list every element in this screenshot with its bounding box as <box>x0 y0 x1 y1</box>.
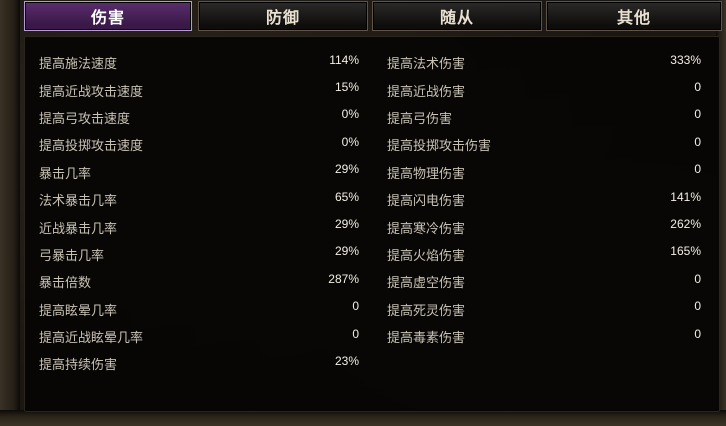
stat-value: 287% <box>328 271 359 286</box>
stat-value: 0 <box>352 299 359 314</box>
stat-row: 提高投掷攻击速度 0% <box>39 131 359 158</box>
stat-row: 法术暴击几率 65% <box>39 186 359 213</box>
stat-label: 提高弓伤害 <box>387 111 453 127</box>
stat-value: 23% <box>334 353 359 368</box>
stat-value: 333% <box>670 52 701 67</box>
stat-label: 近战暴击几率 <box>39 221 118 237</box>
stat-row: 提高弓攻击速度 0% <box>39 104 359 131</box>
stat-value: 141% <box>670 189 701 204</box>
stat-value: 0 <box>694 271 701 286</box>
tab-other[interactable]: 其他 <box>546 1 722 31</box>
stat-value: 65% <box>334 189 359 204</box>
stat-label: 提高毒素伤害 <box>387 331 466 347</box>
stat-row: 提高弓伤害 0 <box>387 104 701 131</box>
stat-row: 提高寒冷伤害 262% <box>387 213 701 240</box>
stat-row: 暴击几率 29% <box>39 159 359 186</box>
stat-value: 165% <box>670 244 701 259</box>
stat-label: 提高死灵伤害 <box>387 303 466 319</box>
stat-row: 提高施法速度 114% <box>39 49 359 76</box>
stat-label: 提高投掷攻击速度 <box>39 139 144 155</box>
stat-row: 提高闪电伤害 141% <box>387 186 701 213</box>
stat-label: 提高虚空伤害 <box>387 276 466 292</box>
ornate-border-bottom <box>0 410 726 426</box>
stat-row: 提高持续伤害 23% <box>39 350 359 377</box>
stat-row: 提高火焰伤害 165% <box>387 241 701 268</box>
stat-row: 近战暴击几率 29% <box>39 213 359 240</box>
stat-value: 0 <box>694 134 701 149</box>
tab-minions[interactable]: 随从 <box>372 1 542 31</box>
stat-label: 提高施法速度 <box>39 57 118 73</box>
stat-value: 0 <box>694 107 701 122</box>
stat-label: 提高眩晕几率 <box>39 303 118 319</box>
stat-label: 提高火焰伤害 <box>387 248 466 264</box>
stat-value: 0 <box>694 80 701 95</box>
stat-label: 暴击几率 <box>39 166 92 182</box>
stat-label: 提高寒冷伤害 <box>387 221 466 237</box>
stat-value: 29% <box>334 244 359 259</box>
stat-value: 29% <box>334 217 359 232</box>
stat-label: 提高投掷攻击伤害 <box>387 139 492 155</box>
stat-row: 提高投掷攻击伤害 0 <box>387 131 701 158</box>
tab-damage[interactable]: 伤害 <box>24 1 192 31</box>
stat-value: 15% <box>334 80 359 95</box>
right-stat-column: 提高法术伤害 333% 提高近战伤害 0 提高弓伤害 0 提高投掷攻击伤害 0 提高物理… <box>387 49 701 350</box>
stat-row: 提高近战攻击速度 15% <box>39 76 359 103</box>
stat-label: 提高持续伤害 <box>39 358 118 374</box>
stat-row: 提高法术伤害 333% <box>387 49 701 76</box>
stat-row: 提高死灵伤害 0 <box>387 296 701 323</box>
stat-value: 114% <box>329 52 359 67</box>
stat-label: 提高近战攻击速度 <box>39 84 144 100</box>
stat-value: 262% <box>670 217 701 232</box>
stat-row: 提高近战眩晕几率 0 <box>39 323 359 350</box>
stat-value: 29% <box>334 162 359 177</box>
stat-row: 弓暴击几率 29% <box>39 241 359 268</box>
stat-category-tabs: 伤害 防御 随从 其他 <box>22 0 722 32</box>
stat-label: 法术暴击几率 <box>39 194 118 210</box>
stat-label: 暴击倍数 <box>39 276 92 292</box>
stats-panel: 提高施法速度 114% 提高近战攻击速度 15% 提高弓攻击速度 0% 提高投掷攻击速… <box>24 36 720 412</box>
stat-value: 0 <box>694 299 701 314</box>
stat-value: 0 <box>352 326 359 341</box>
stat-row: 提高虚空伤害 0 <box>387 268 701 295</box>
stat-row: 提高眩晕几率 0 <box>39 296 359 323</box>
stat-row: 提高近战伤害 0 <box>387 76 701 103</box>
stat-value: 0 <box>694 326 701 341</box>
stat-label: 弓暴击几率 <box>39 248 105 264</box>
stat-label: 提高近战眩晕几率 <box>39 331 144 347</box>
stat-label: 提高弓攻击速度 <box>39 111 131 127</box>
ornate-border-left <box>0 0 20 426</box>
stat-value: 0 <box>694 162 701 177</box>
stat-label: 提高闪电伤害 <box>387 194 466 210</box>
stat-value: 0% <box>341 107 359 122</box>
stat-row: 暴击倍数 287% <box>39 268 359 295</box>
stat-label: 提高近战伤害 <box>387 84 466 100</box>
stat-label: 提高法术伤害 <box>387 57 466 73</box>
stat-row: 提高毒素伤害 0 <box>387 323 701 350</box>
stat-row: 提高物理伤害 0 <box>387 159 701 186</box>
stat-label: 提高物理伤害 <box>387 166 466 182</box>
tab-defense[interactable]: 防御 <box>198 1 368 31</box>
left-stat-column: 提高施法速度 114% 提高近战攻击速度 15% 提高弓攻击速度 0% 提高投掷攻击速… <box>39 49 359 378</box>
stat-value: 0% <box>341 134 359 149</box>
